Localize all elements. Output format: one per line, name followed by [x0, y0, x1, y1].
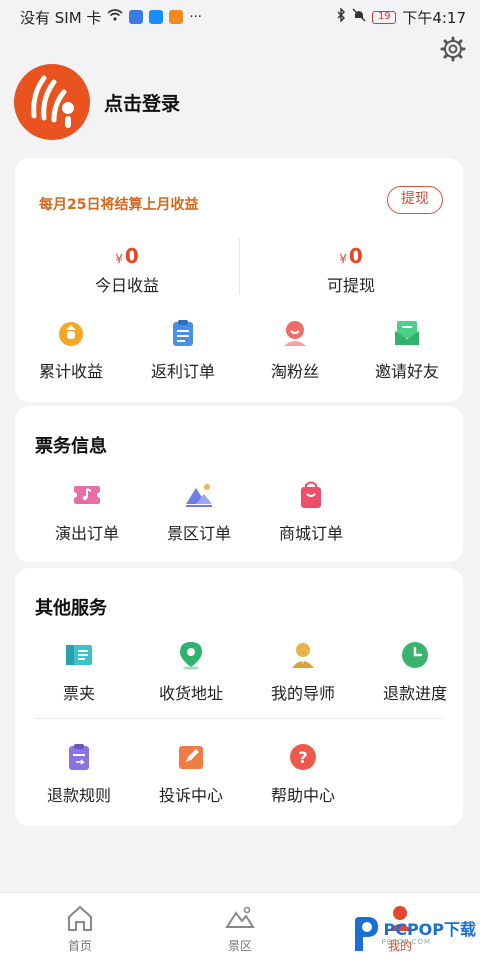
complaint-center-label: 投诉中心: [158, 786, 223, 805]
address-label: 收货地址: [158, 684, 223, 703]
refund-progress-label: 退款进度: [382, 684, 447, 703]
svg-text:?: ?: [298, 748, 307, 767]
app-notification-icon: [169, 10, 184, 24]
scenic-orders-item[interactable]: 景区订单: [143, 480, 255, 544]
watermark-logo-icon: [355, 917, 379, 951]
section-title: 票务信息: [35, 436, 107, 457]
clock-icon: [402, 642, 428, 668]
invite-friends-item[interactable]: 邀请好友: [351, 318, 463, 382]
withdrawable-label: 可提现: [326, 276, 375, 295]
mall-orders-item[interactable]: 商城订单: [255, 480, 367, 544]
fans-item[interactable]: 淘粉丝: [239, 318, 351, 382]
currency-symbol: ¥: [115, 252, 123, 266]
home-icon: [68, 905, 92, 931]
section-title: 其他服务: [35, 598, 107, 619]
fan-icon: [284, 321, 306, 346]
carrier-text: 没有 SIM 卡: [20, 8, 102, 27]
mall-orders-label: 商城订单: [278, 524, 343, 543]
mute-icon: [352, 8, 366, 26]
invite-friends-label: 邀请好友: [374, 362, 439, 381]
status-time: 下午4:17: [402, 8, 466, 27]
ticket-folder-icon: [66, 645, 92, 665]
earnings-card: 每月25日将结算上月收益 提现 ¥0 今日收益 ¥0 可提现 累计收益 返利订单: [15, 158, 463, 402]
total-earnings-item[interactable]: 累计收益: [15, 318, 127, 382]
watermark-text: PCPOP下载: [383, 920, 476, 939]
invite-icon: [395, 321, 419, 345]
watermark-subtext: PCPOP.COM: [381, 938, 432, 946]
complaint-icon: [179, 746, 203, 769]
profile-header[interactable]: 点击登录: [14, 64, 180, 140]
ticket-folder-item[interactable]: 票夹: [23, 640, 135, 704]
complaint-center-item[interactable]: 投诉中心: [135, 742, 247, 806]
tab-home[interactable]: 首页: [0, 893, 160, 960]
ticket-info-card: 票务信息 演出订单 景区订单 商城订单: [15, 406, 463, 562]
withdrawable-earnings[interactable]: ¥0 可提现: [239, 244, 463, 296]
mentor-icon: [292, 643, 314, 668]
login-link[interactable]: 点击登录: [104, 89, 180, 116]
rebate-orders-item[interactable]: 返利订单: [127, 318, 239, 382]
bluetooth-icon: [336, 7, 346, 26]
rebate-orders-label: 返利订单: [150, 362, 215, 381]
app-notification-icon: [149, 10, 164, 24]
mentor-label: 我的导师: [270, 684, 335, 703]
scenic-orders-label: 景区订单: [166, 524, 231, 543]
refund-rules-label: 退款规则: [46, 786, 111, 805]
tab-label: 首页: [67, 939, 92, 953]
divider: [35, 718, 443, 719]
today-label: 今日收益: [94, 276, 159, 295]
tab-label: 景区: [227, 939, 252, 953]
help-icon: ?: [290, 744, 316, 770]
refund-rules-icon: [69, 744, 89, 770]
address-item[interactable]: 收货地址: [135, 640, 247, 704]
ticket-folder-label: 票夹: [62, 684, 95, 703]
tab-scenic[interactable]: 景区: [160, 893, 320, 960]
help-center-item[interactable]: ? 帮助中心: [247, 742, 359, 806]
app-notification-icon: [129, 10, 144, 24]
status-bar: 没有 SIM 卡 ··· 19 下午4:17: [0, 0, 480, 34]
show-orders-label: 演出订单: [54, 524, 119, 543]
refund-rules-item[interactable]: 退款规则: [23, 742, 135, 806]
fans-label: 淘粉丝: [270, 362, 319, 381]
mountain-icon: [225, 906, 255, 928]
avatar[interactable]: [14, 64, 90, 140]
total-earnings-label: 累计收益: [38, 362, 103, 381]
other-services-card: 其他服务 票夹 收货地址 我的导师 退款进度 退款规则 投诉中心 ? 帮助中心: [15, 568, 463, 826]
shopping-bag-icon: [301, 481, 321, 508]
mentor-item[interactable]: 我的导师: [247, 640, 359, 704]
currency-symbol: ¥: [339, 252, 347, 266]
help-center-label: 帮助中心: [270, 786, 335, 805]
refund-progress-item[interactable]: 退款进度: [359, 640, 471, 704]
withdrawable-amount: 0: [348, 244, 363, 268]
more-icon: ···: [189, 9, 202, 25]
show-orders-item[interactable]: 演出订单: [31, 480, 143, 544]
location-pin-icon: [180, 642, 202, 670]
today-amount: 0: [124, 244, 139, 268]
gear-icon[interactable]: [440, 36, 466, 62]
watermark: PCPOP下载 PCPOP.COM: [351, 912, 476, 956]
moneybag-icon: [59, 322, 83, 346]
clipboard-icon: [173, 320, 193, 346]
settle-notice: 每月25日将结算上月收益: [39, 197, 199, 213]
today-earnings[interactable]: ¥0 今日收益: [15, 244, 239, 296]
show-ticket-icon: [72, 486, 102, 504]
withdraw-button[interactable]: 提现: [387, 186, 443, 214]
wifi-icon: [107, 9, 123, 25]
scenic-icon: [186, 484, 212, 507]
battery-icon: 19: [372, 10, 397, 24]
